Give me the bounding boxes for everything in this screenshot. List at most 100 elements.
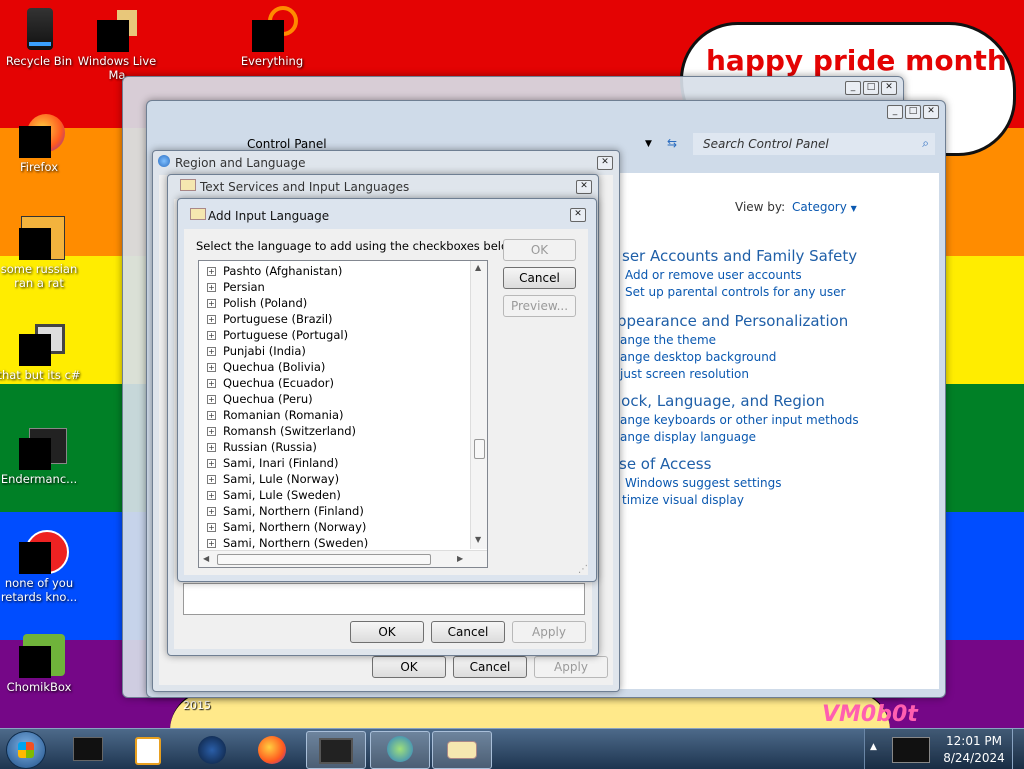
- language-item[interactable]: + Persian: [199, 279, 469, 295]
- category-link[interactable]: ange desktop background: [617, 350, 848, 364]
- desktop-icon-windows-live-mail[interactable]: Windows Live Ma: [72, 6, 162, 82]
- maximize-button[interactable]: □: [905, 105, 921, 119]
- taskbar-item-control-panel[interactable]: [306, 731, 366, 769]
- scroll-down-icon[interactable]: ▼: [475, 535, 481, 544]
- expand-icon[interactable]: +: [207, 443, 216, 452]
- desktop-icon-csharp[interactable]: that but its c#: [0, 320, 84, 382]
- preview-button[interactable]: Preview...: [503, 295, 576, 317]
- expand-icon[interactable]: +: [207, 491, 216, 500]
- close-button[interactable]: ✕: [881, 81, 897, 95]
- category-title[interactable]: lock, Language, and Region: [617, 392, 859, 410]
- category-title[interactable]: ser Accounts and Family Safety: [622, 247, 857, 265]
- search-input[interactable]: Search Control Panel ⌕: [693, 133, 935, 155]
- expand-icon[interactable]: +: [207, 283, 216, 292]
- expand-icon[interactable]: +: [207, 411, 216, 420]
- language-item[interactable]: + Sami, Lule (Sweden): [199, 487, 469, 503]
- category-link[interactable]: Set up parental controls for any user: [622, 285, 857, 299]
- breadcrumb[interactable]: Control Panel: [247, 137, 327, 151]
- expand-icon[interactable]: +: [207, 299, 216, 308]
- expand-icon[interactable]: +: [207, 539, 216, 548]
- minimize-button[interactable]: _: [887, 105, 903, 119]
- expand-icon[interactable]: +: [207, 459, 216, 468]
- language-item[interactable]: + Romansh (Switzerland): [199, 423, 469, 439]
- category-link[interactable]: ange the theme: [617, 333, 848, 347]
- maximize-button[interactable]: □: [863, 81, 879, 95]
- close-button[interactable]: ✕: [576, 180, 592, 194]
- language-item[interactable]: + Sami, Inari (Finland): [199, 455, 469, 471]
- view-by-dropdown[interactable]: Category ▼: [792, 200, 857, 214]
- desktop-icon-everything[interactable]: Everything: [227, 6, 317, 68]
- ok-button[interactable]: OK: [503, 239, 576, 261]
- desktop-icon-chomikbox[interactable]: ChomikBox: [0, 632, 84, 694]
- installed-services-list[interactable]: [183, 583, 585, 615]
- close-button[interactable]: ✕: [570, 208, 586, 222]
- category-link[interactable]: Add or remove user accounts: [622, 268, 857, 282]
- expand-icon[interactable]: +: [207, 523, 216, 532]
- expand-icon[interactable]: +: [207, 267, 216, 276]
- taskbar-item-region[interactable]: [370, 731, 430, 769]
- network-icon[interactable]: [892, 737, 930, 763]
- language-item[interactable]: + Quechua (Ecuador): [199, 375, 469, 391]
- desktop-icon-russian-rat[interactable]: some russian ran a rat: [0, 214, 84, 290]
- desktop-icon-none-of-you[interactable]: none of you retards kno...: [0, 528, 84, 604]
- taskbar-item-globe[interactable]: [184, 732, 240, 766]
- category-title[interactable]: ppearance and Personalization: [617, 312, 848, 330]
- category-link[interactable]: ange keyboards or other input methods: [617, 413, 859, 427]
- cancel-button[interactable]: Cancel: [503, 267, 576, 289]
- language-item[interactable]: + Sami, Northern (Sweden): [199, 535, 469, 551]
- expand-icon[interactable]: +: [207, 507, 216, 516]
- ok-button[interactable]: OK: [350, 621, 424, 643]
- language-item[interactable]: + Sami, Lule (Norway): [199, 471, 469, 487]
- taskbar-item-computer[interactable]: [60, 732, 116, 766]
- expand-icon[interactable]: +: [207, 315, 216, 324]
- dropdown-arrow-icon[interactable]: ▼: [645, 139, 652, 149]
- language-item[interactable]: + Portuguese (Brazil): [199, 311, 469, 327]
- category-link[interactable]: Windows suggest settings: [619, 476, 781, 490]
- ok-button[interactable]: OK: [372, 656, 446, 678]
- start-button[interactable]: [6, 731, 46, 769]
- taskbar-item-keyboard[interactable]: [432, 731, 492, 769]
- language-item[interactable]: + Polish (Poland): [199, 295, 469, 311]
- expand-icon[interactable]: +: [207, 475, 216, 484]
- scroll-thumb[interactable]: [217, 554, 431, 565]
- language-item[interactable]: + Sami, Northern (Norway): [199, 519, 469, 535]
- expand-icon[interactable]: +: [207, 379, 216, 388]
- expand-icon[interactable]: +: [207, 427, 216, 436]
- refresh-icon[interactable]: ⇆: [667, 136, 677, 150]
- cancel-button[interactable]: Cancel: [431, 621, 505, 643]
- show-hidden-icons[interactable]: ▲: [870, 742, 877, 752]
- clock-date[interactable]: 8/24/2024: [942, 751, 1006, 765]
- scroll-thumb[interactable]: [474, 439, 485, 459]
- language-item[interactable]: + Sami, Northern (Finland): [199, 503, 469, 519]
- scroll-up-icon[interactable]: ▲: [475, 263, 481, 272]
- cancel-button[interactable]: Cancel: [453, 656, 527, 678]
- vertical-scrollbar[interactable]: ▲ ▼: [470, 261, 487, 549]
- expand-icon[interactable]: +: [207, 395, 216, 404]
- language-item[interactable]: + Romanian (Romania): [199, 407, 469, 423]
- scroll-left-icon[interactable]: ◀: [203, 554, 209, 563]
- category-link[interactable]: timize visual display: [619, 493, 781, 507]
- add-input-language-dialog[interactable]: Add Input Language ✕ Select the language…: [177, 198, 597, 582]
- taskbar-item-media-player[interactable]: [120, 732, 176, 766]
- clock-time[interactable]: 12:01 PM: [942, 734, 1006, 748]
- category-link[interactable]: just screen resolution: [617, 367, 848, 381]
- apply-button[interactable]: Apply: [534, 656, 608, 678]
- desktop-icon-endermanch[interactable]: Endermanc...: [0, 424, 84, 486]
- resize-grip-icon[interactable]: ⋰: [578, 564, 588, 575]
- language-tree[interactable]: + Pashto (Afghanistan) + Persian + Polish (…: [198, 260, 488, 568]
- language-item[interactable]: + Quechua (Bolivia): [199, 359, 469, 375]
- show-desktop-button[interactable]: [1012, 729, 1024, 769]
- desktop-icon-firefox[interactable]: Firefox: [0, 112, 84, 174]
- category-title[interactable]: se of Access: [619, 455, 781, 473]
- expand-icon[interactable]: +: [207, 331, 216, 340]
- language-item[interactable]: + Russian (Russia): [199, 439, 469, 455]
- taskbar-item-firefox[interactable]: [244, 732, 300, 766]
- language-item[interactable]: + Quechua (Peru): [199, 391, 469, 407]
- language-item[interactable]: + Punjabi (India): [199, 343, 469, 359]
- search-icon[interactable]: ⌕: [922, 136, 929, 151]
- close-button[interactable]: ✕: [923, 105, 939, 119]
- minimize-button[interactable]: _: [845, 81, 861, 95]
- apply-button[interactable]: Apply: [512, 621, 586, 643]
- expand-icon[interactable]: +: [207, 363, 216, 372]
- language-item[interactable]: + Pashto (Afghanistan): [199, 263, 469, 279]
